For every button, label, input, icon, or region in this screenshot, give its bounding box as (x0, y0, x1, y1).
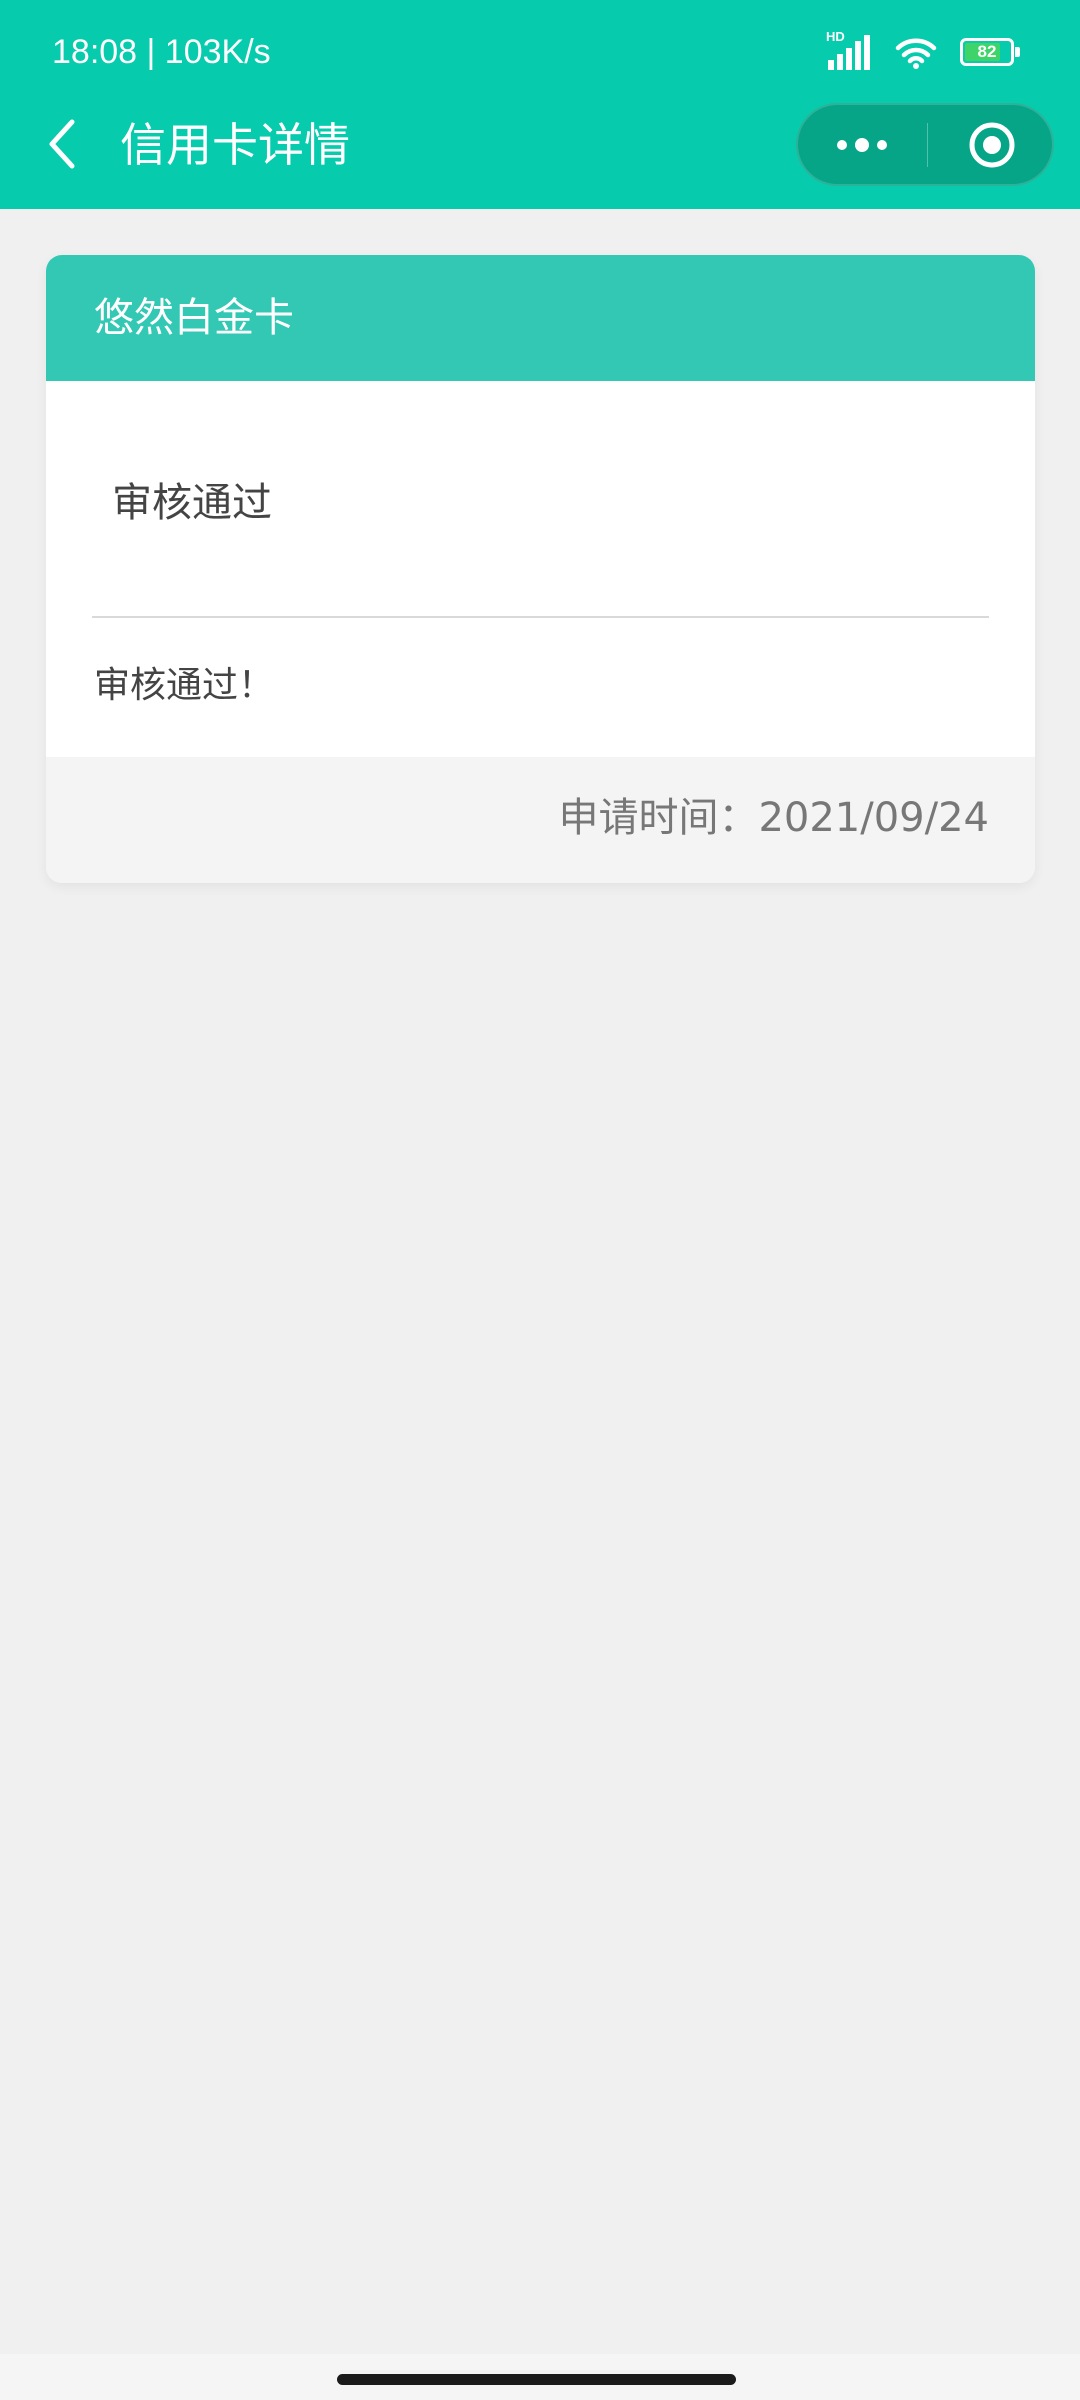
battery-icon: 82 (960, 38, 1020, 66)
signal-icon: HD (826, 29, 872, 72)
divider (92, 616, 989, 618)
card-name: 悠然白金卡 (94, 295, 294, 341)
card-header: 悠然白金卡 (46, 255, 1035, 381)
battery-nub (1015, 47, 1020, 57)
navigation-bar: 信用卡详情 (0, 100, 1080, 209)
gesture-bar (0, 2354, 1080, 2400)
apply-time: 申请时间： 2021/09/24 (558, 790, 989, 846)
close-mini-program-button[interactable] (928, 105, 1056, 184)
application-status: 审核通过 (112, 480, 272, 526)
mini-program-capsule (796, 103, 1054, 186)
more-button[interactable] (798, 105, 926, 184)
status-icons: HD 82 (826, 29, 1020, 74)
home-indicator[interactable] (337, 2374, 736, 2385)
chevron-left-icon (49, 119, 75, 169)
wifi-icon (895, 38, 937, 69)
more-dots-icon (837, 137, 887, 152)
apply-time-label: 申请时间： (558, 795, 759, 841)
page-title: 信用卡详情 (120, 118, 350, 172)
credit-card-detail-card: 悠然白金卡 审核通过 审核通过！ 申请时间： 2021/09/24 (46, 255, 1035, 883)
card-footer: 申请时间： 2021/09/24 (46, 757, 1035, 883)
status-message: 审核通过！ (94, 665, 275, 706)
status-time: 18:08 | 103K/s (52, 33, 271, 71)
battery-level: 82 (977, 42, 997, 61)
network-type-label: HD (826, 29, 845, 44)
target-circle-icon (969, 122, 1015, 167)
status-bar: 18:08 | 103K/s HD 82 (0, 0, 1080, 100)
apply-time-value: 2021/09/24 (758, 795, 989, 841)
top-bar: 18:08 | 103K/s HD 82 信用卡详情 (0, 0, 1080, 209)
back-button[interactable] (30, 112, 94, 176)
